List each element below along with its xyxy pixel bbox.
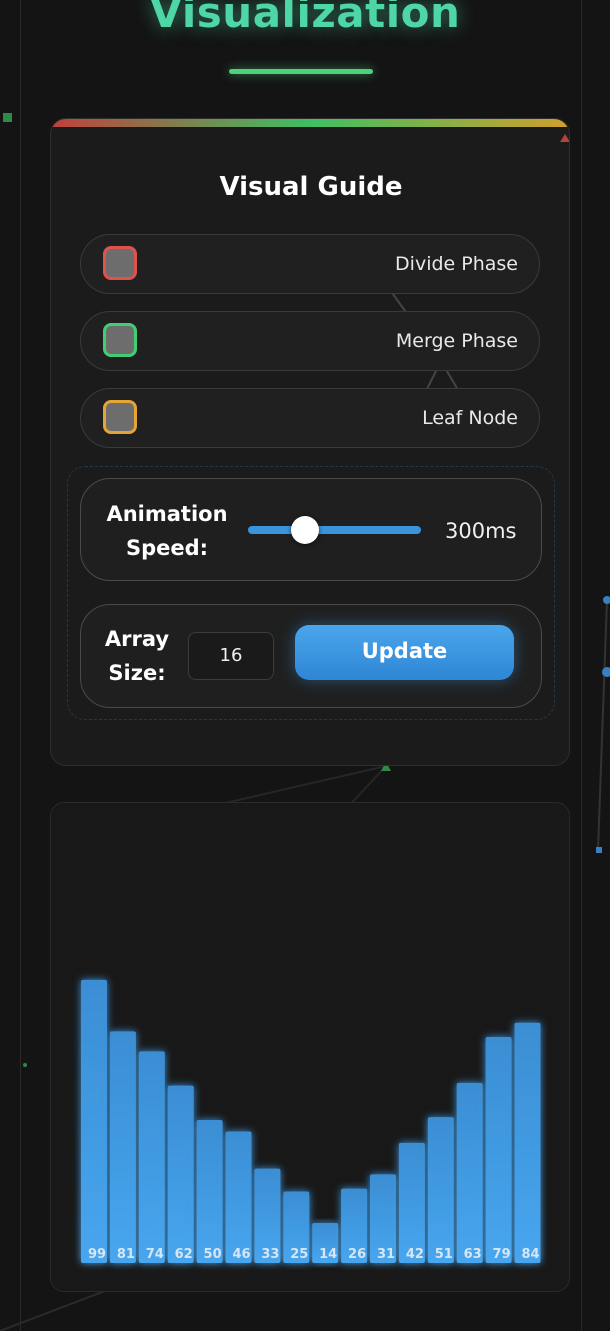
bar-value-label: 50 xyxy=(204,1247,222,1262)
bar-value-label: 81 xyxy=(117,1247,135,1262)
legend-item-leaf: Leaf Node xyxy=(80,388,540,448)
bar-value-label: 74 xyxy=(146,1247,164,1262)
bar-value-label: 63 xyxy=(464,1247,482,1262)
array-bar xyxy=(514,1022,541,1263)
left-border-line xyxy=(20,0,21,1331)
bar-value-label: 84 xyxy=(521,1247,539,1262)
animation-speed-label: Animation Speed: xyxy=(106,502,228,560)
array-bar xyxy=(485,1037,512,1263)
array-bar xyxy=(427,1117,454,1263)
visual-guide-card: Visual Guide Divide Phase Merge Phase Le… xyxy=(50,118,570,766)
bar-value-label: 14 xyxy=(319,1247,337,1262)
array-bar xyxy=(138,1051,165,1263)
speed-slider-track[interactable] xyxy=(248,526,421,534)
bar-value-label: 51 xyxy=(435,1247,453,1262)
bar-value-label: 42 xyxy=(406,1247,424,1262)
bar-value-label: 31 xyxy=(377,1247,395,1262)
array-size-label: Array Size: xyxy=(104,627,170,685)
array-bar xyxy=(398,1142,425,1263)
array-bar xyxy=(456,1082,483,1263)
right-border-line xyxy=(581,0,582,1331)
bar-value-label: 99 xyxy=(88,1247,106,1262)
animation-speed-control: Animation Speed: 300ms xyxy=(80,478,542,581)
bar-value-label: 33 xyxy=(261,1247,279,1262)
legend-label-divide: Divide Phase xyxy=(395,253,518,275)
bar-value-label: 25 xyxy=(290,1247,308,1262)
merge-phase-swatch xyxy=(103,323,137,357)
array-bar-chart: 99 81 74 62 50 46 33 25 14 26 31 42 51 63 79 84 xyxy=(81,979,541,1263)
legend-label-merge: Merge Phase xyxy=(395,330,518,352)
array-size-control: Array Size: 16 Update xyxy=(80,604,542,708)
array-bars-panel: 99 81 74 62 50 46 33 25 14 26 31 42 51 63 79 84 xyxy=(50,802,570,1292)
gradient-top-bar xyxy=(51,119,569,127)
page-title: Visualization xyxy=(149,0,461,37)
bar-value-label: 26 xyxy=(348,1247,366,1262)
array-bar xyxy=(81,979,107,1263)
bar-value-label: 46 xyxy=(232,1247,250,1262)
legend-item-merge: Merge Phase xyxy=(80,311,540,371)
array-bar xyxy=(167,1085,194,1263)
update-button[interactable]: Update xyxy=(295,625,514,680)
legend-item-divide: Divide Phase xyxy=(80,234,540,294)
bar-value-label: 62 xyxy=(175,1247,193,1262)
speed-value: 300ms xyxy=(445,519,517,543)
leaf-node-swatch xyxy=(103,400,137,434)
legend-label-leaf: Leaf Node xyxy=(422,407,518,429)
array-bar xyxy=(196,1120,223,1263)
array-bar xyxy=(225,1131,252,1263)
visual-guide-title: Visual Guide xyxy=(219,172,403,202)
array-size-input[interactable]: 16 xyxy=(188,632,274,680)
divide-phase-swatch xyxy=(103,246,137,280)
array-bar xyxy=(109,1031,136,1263)
speed-slider-handle[interactable] xyxy=(291,516,319,544)
title-underline xyxy=(229,69,373,74)
bar-value-label: 79 xyxy=(493,1247,511,1262)
